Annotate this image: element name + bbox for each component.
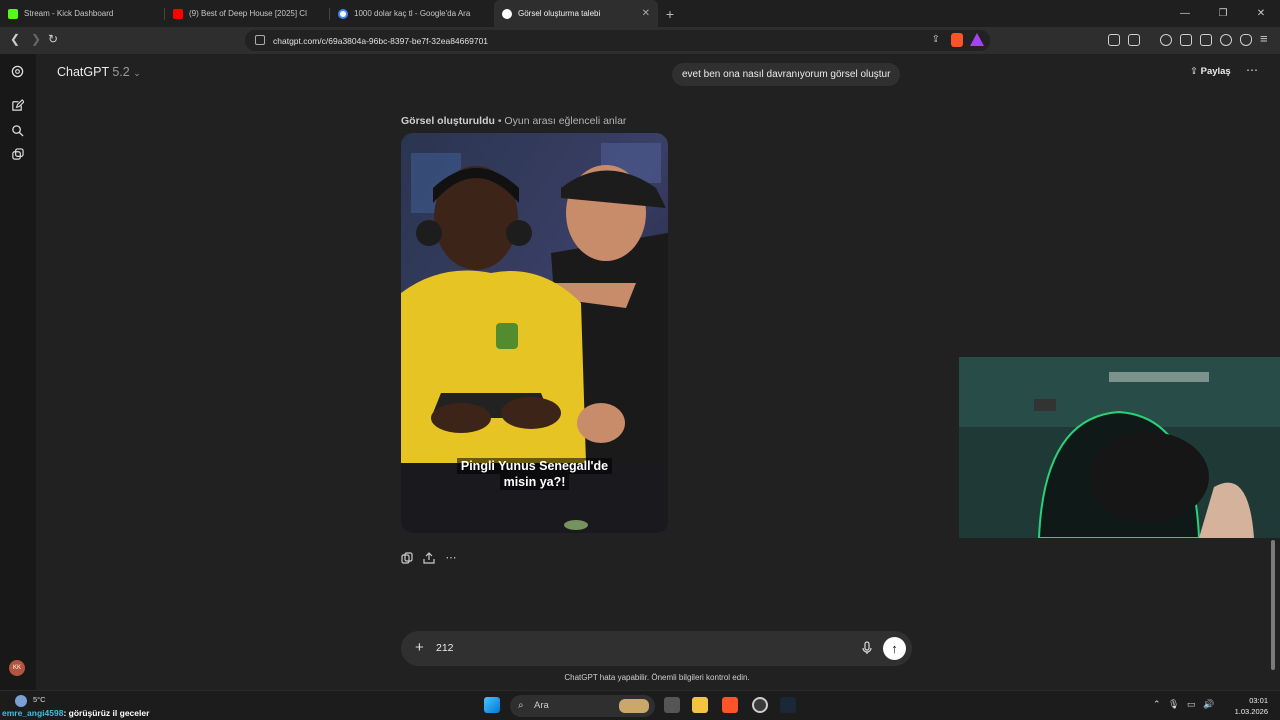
send-arrow-icon[interactable]: ↑ (883, 637, 906, 660)
vpn-icon[interactable] (1240, 34, 1252, 46)
url-text: chatgpt.com/c/69a3804a-96bc-8397-be7f-32… (273, 35, 489, 46)
sidebar-toggle-icon[interactable] (1180, 34, 1192, 46)
brave-shields-icon[interactable] (951, 33, 963, 47)
generated-image[interactable]: Pingli Yunus Senegall'de misin ya?! (401, 133, 668, 533)
new-tab-button[interactable]: + (658, 6, 682, 22)
share-page-icon[interactable]: ⇪ (932, 34, 940, 45)
close-window-icon[interactable]: ✕ (1242, 0, 1280, 27)
more-actions-icon[interactable]: ⋯ (445, 552, 457, 564)
generated-label-title: Görsel oluşturuldu (401, 115, 495, 127)
wallet-icon[interactable] (1200, 34, 1212, 46)
task-view-icon[interactable] (664, 697, 680, 713)
message-composer[interactable]: + 212 ↑ (401, 631, 912, 666)
caption-line-2: misin ya?! (499, 474, 570, 490)
youtube-favicon-icon (173, 8, 183, 19)
taskbar-search[interactable]: ⌕ Ara (510, 695, 655, 717)
caption-line-1: Pingli Yunus Senegall'de (456, 458, 613, 474)
brave-rewards-icon[interactable] (970, 33, 984, 46)
tab-youtube[interactable]: (9) Best of Deep House [2025] Cl (165, 0, 329, 27)
disclaimer-text: ChatGPT hata yapabilir. Önemli bilgileri… (564, 673, 750, 682)
menu-icon[interactable]: ≡ (1260, 31, 1268, 46)
file-explorer-icon[interactable] (692, 697, 708, 713)
clock-date: 1.03.2026 (1234, 707, 1268, 716)
stream-chat-overlay: emre_angi4598: görüşürüz il geceler (2, 708, 149, 718)
restore-icon[interactable]: ❐ (1204, 0, 1242, 27)
share-button[interactable]: ⇪ Paylaş (1190, 66, 1231, 77)
clock[interactable]: 03:01 1.03.2026 (1232, 695, 1268, 717)
search-icon: ⌕ (518, 700, 524, 711)
steam-icon[interactable] (780, 697, 796, 713)
chat-username: emre_angi4598 (2, 708, 64, 718)
weather-icon[interactable] (15, 695, 27, 707)
share-icon: ⇪ (1190, 66, 1198, 77)
google-favicon-icon (338, 8, 348, 19)
tab-kick-dashboard[interactable]: Stream - Kick Dashboard (0, 0, 164, 27)
model-version: 5.2 (112, 65, 130, 79)
model-selector[interactable]: ChatGPT 5.2 ⌄ (57, 65, 141, 79)
generated-image-label: Görsel oluşturuldu • Oyun arası eğlencel… (401, 115, 626, 127)
tab-google-search[interactable]: 1000 dolar kaç tl - Google'da Ara (330, 0, 494, 27)
tab-title: 1000 dolar kaç tl - Google'da Ara (354, 9, 471, 18)
tab-chatgpt[interactable]: Görsel oluşturma talebi ✕ (494, 0, 658, 27)
user-message-bubble: evet ben ona nasıl davranıyorum görsel o… (672, 63, 901, 86)
forward-icon[interactable]: ❯ (31, 32, 41, 46)
url-bar[interactable]: chatgpt.com/c/69a3804a-96bc-8397-be7f-32… (245, 30, 990, 51)
openai-logo-icon[interactable] (11, 65, 24, 78)
address-toolbar: ❮ ❯ ↻ chatgpt.com/c/69a3804a-96bc-8397-b… (0, 27, 1280, 54)
reload-icon[interactable]: ↻ (48, 32, 58, 46)
scrollbar-thumb[interactable] (1271, 540, 1275, 670)
webcam-overlay (959, 357, 1280, 538)
image-actions: ⋯ (401, 552, 457, 564)
share-label: Paylaş (1200, 66, 1231, 77)
image-caption: Pingli Yunus Senegall'de misin ya?! (401, 458, 668, 490)
windows-taskbar: 5°C emre_angi4598: görüşürüz il geceler … (0, 690, 1280, 720)
clock-time: 03:01 (1249, 696, 1268, 705)
leo-ai-icon[interactable] (1220, 34, 1232, 46)
chevron-down-icon: ⌄ (133, 68, 141, 78)
site-info-icon[interactable] (255, 35, 265, 45)
weather-temperature: 5°C (33, 695, 46, 704)
obs-icon[interactable] (752, 697, 768, 713)
search-chats-icon[interactable] (11, 124, 24, 137)
brave-browser-icon[interactable] (722, 697, 738, 713)
composer-input[interactable]: 212 (436, 642, 454, 654)
search-highlight-icon (619, 699, 649, 713)
microphone-icon[interactable] (862, 641, 872, 655)
close-tab-icon[interactable]: ✕ (642, 8, 650, 19)
model-name: ChatGPT (57, 65, 109, 79)
reader-mode-icon[interactable] (1128, 34, 1140, 46)
back-icon[interactable]: ❮ (10, 32, 20, 46)
library-icon[interactable] (11, 148, 24, 161)
chatgpt-favicon-icon (502, 8, 512, 19)
copy-icon[interactable] (401, 552, 413, 564)
search-placeholder: Ara (534, 700, 549, 711)
kick-favicon-icon (8, 8, 18, 19)
media-icon[interactable] (1160, 34, 1172, 46)
browser-tab-bar: Stream - Kick Dashboard (9) Best of Deep… (0, 0, 1280, 27)
share-image-icon[interactable] (423, 552, 435, 564)
chat-message: : görüşürüz il geceler (63, 708, 150, 718)
windows-start-icon[interactable] (484, 697, 500, 713)
extensions-icon[interactable] (1108, 34, 1120, 46)
webcam-feed (959, 357, 1280, 538)
tab-title: Görsel oluşturma talebi (518, 9, 601, 18)
attach-plus-icon[interactable]: + (415, 640, 424, 655)
more-options-icon[interactable]: ⋯ (1246, 63, 1258, 77)
minimize-icon[interactable]: — (1166, 0, 1204, 27)
window-controls: — ❐ ✕ (1166, 0, 1280, 27)
generated-label-subtitle: • Oyun arası eğlenceli anlar (494, 115, 627, 127)
system-tray[interactable]: ⌃ 🎙 ▭ 🔊 (1153, 699, 1214, 710)
new-chat-icon[interactable] (11, 99, 24, 112)
tab-title: Stream - Kick Dashboard (24, 9, 114, 18)
tab-title: (9) Best of Deep House [2025] Cl (189, 9, 307, 18)
chatgpt-sidebar: KK (0, 54, 36, 690)
